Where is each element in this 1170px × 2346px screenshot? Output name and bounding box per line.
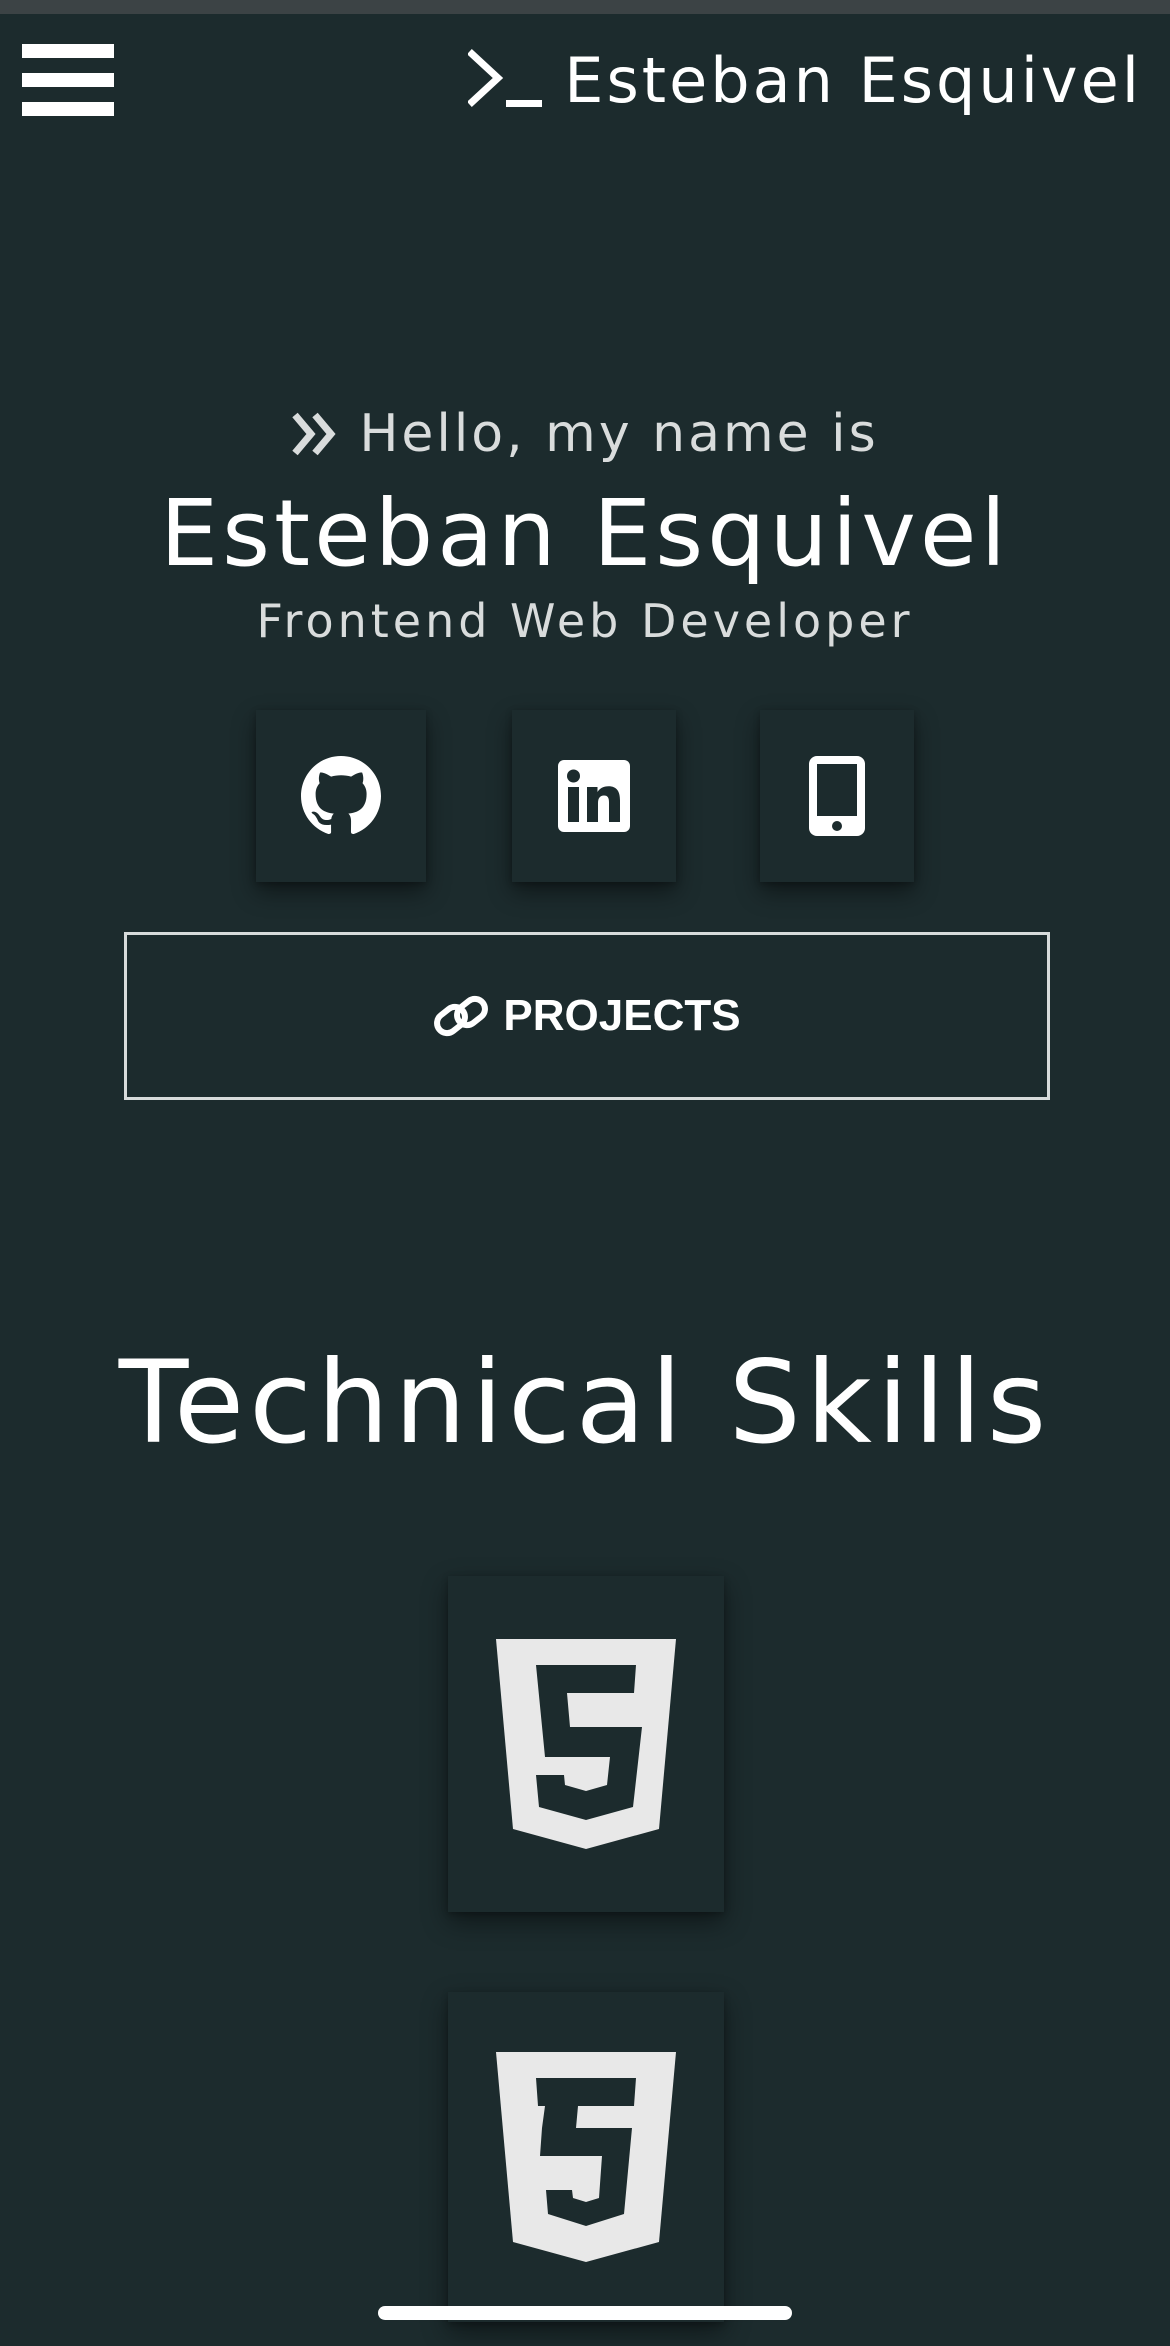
home-indicator[interactable] [378,2306,792,2320]
status-bar [0,0,1170,14]
mobile-phone-icon [809,756,865,836]
projects-label: PROJECTS [503,991,741,1040]
linkedin-icon [558,760,630,832]
hamburger-menu-icon[interactable] [22,44,114,116]
greeting-text: Hello, my name is [359,404,879,464]
html5-icon [496,1639,676,1849]
css3-icon [496,2052,676,2262]
skill-card-css3 [448,1992,724,2322]
projects-button[interactable]: PROJECTS [124,932,1050,1100]
phone-link[interactable] [760,710,914,882]
skill-card-html5 [448,1576,724,1912]
link-icon [434,995,489,1037]
skills-title: Technical Skills [118,1336,1052,1469]
hero-role: Frontend Web Developer [256,594,914,648]
linkedin-link[interactable] [512,710,676,882]
double-chevron-right-icon [292,412,336,456]
site-brand[interactable]: Esteban Esquivel [468,38,1142,122]
brand-name: Esteban Esquivel [564,43,1142,117]
hero-greeting: Hello, my name is [0,404,1170,464]
github-link[interactable] [256,710,426,882]
github-icon [301,756,381,835]
terminal-prompt-icon [468,49,543,107]
hero-name: Esteban Esquivel [160,480,1010,587]
